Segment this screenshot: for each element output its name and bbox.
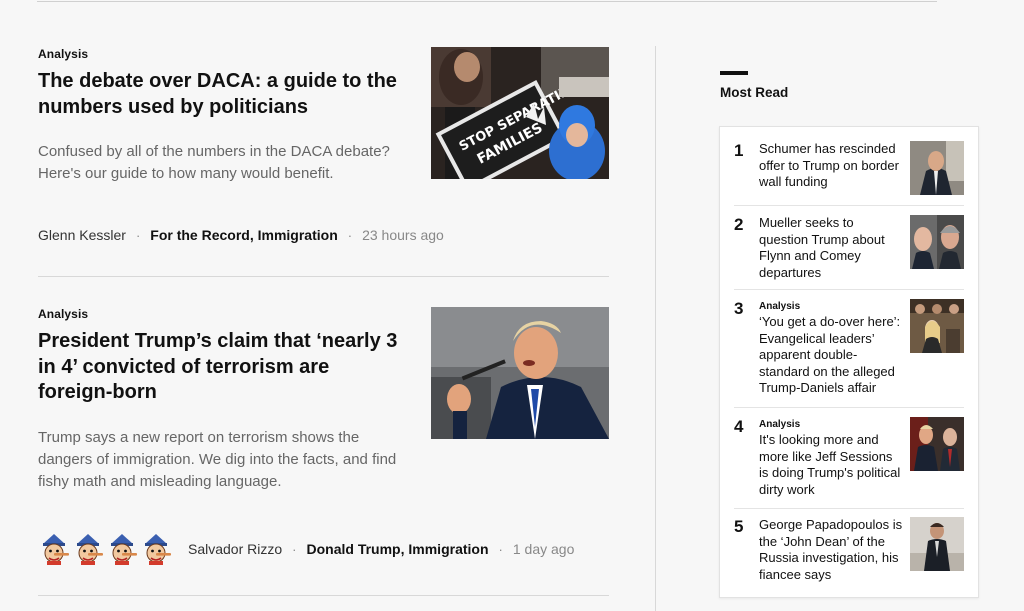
article-thumbnail[interactable]: [431, 307, 609, 439]
most-read-headline: Mueller seeks to question Trump about Fl…: [759, 215, 885, 280]
byline-separator: ·: [292, 541, 297, 557]
article-blurb: Trump says a new report on terrorism sho…: [38, 429, 397, 490]
page: Analysis The debate over DACA: a guide t…: [0, 0, 1024, 611]
article-divider: [38, 276, 609, 277]
most-read-text: Analysis It's looking more and more like…: [759, 419, 903, 498]
most-read-item[interactable]: 3 Analysis ‘You get a do-over here’: Eva…: [734, 299, 964, 399]
most-read-divider: [734, 205, 964, 206]
section-link[interactable]: For the Record, Immigration: [150, 227, 337, 243]
pinocchio-rating: [38, 532, 172, 566]
article-headline[interactable]: President Trump’s claim that ‘nearly 3 i…: [38, 329, 408, 406]
article-byline: Salvador Rizzo · Donald Trump, Immigrati…: [38, 532, 574, 566]
article-thumbnail[interactable]: STOP SEPARATING FAMILIES: [431, 47, 609, 179]
top-divider: [37, 1, 937, 2]
most-read-thumbnail: [910, 299, 964, 353]
most-read-thumbnail: [910, 417, 964, 471]
most-read-accent: [720, 71, 748, 75]
most-read-headline: Schumer has rescinded offer to Trump on …: [759, 141, 899, 189]
most-read-item[interactable]: 5 George Papadopoulos is the ‘John Dean’…: [734, 517, 964, 589]
most-read-headline: ‘You get a do-over here’: Evangelical le…: [759, 314, 901, 395]
byline-separator: ·: [498, 541, 503, 557]
speaker-photo: [431, 307, 609, 439]
article-card: Analysis The debate over DACA: a guide t…: [38, 46, 609, 243]
most-read-item[interactable]: 1 Schumer has rescinded offer to Trump o…: [734, 141, 964, 211]
article-headline[interactable]: The debate over DACA: a guide to the num…: [38, 69, 408, 120]
pinocchio-icon: [43, 534, 69, 565]
most-read-divider: [734, 508, 964, 509]
section-link[interactable]: Donald Trump, Immigration: [307, 541, 489, 557]
most-read-rank: 1: [734, 141, 744, 160]
most-read-text: Analysis ‘You get a do-over here’: Evang…: [759, 301, 903, 397]
author-link[interactable]: Glenn Kessler: [38, 227, 126, 243]
timestamp: 23 hours ago: [362, 227, 444, 243]
most-read-rank: 4: [734, 417, 744, 436]
article-divider: [38, 595, 609, 596]
most-read-divider: [734, 289, 964, 290]
most-read-kicker: Analysis: [759, 419, 801, 430]
most-read-thumbnail: [910, 215, 964, 269]
most-read-thumbnail: [910, 141, 964, 195]
protest-photo: STOP SEPARATING FAMILIES: [431, 47, 609, 179]
column-divider: [655, 46, 656, 611]
most-read-list: 1 Schumer has rescinded offer to Trump o…: [719, 126, 979, 598]
pinocchio-icon: [145, 534, 171, 565]
byline-separator: ·: [347, 227, 353, 243]
pinocchio-icon: [77, 534, 103, 565]
pinocchio-icon: [111, 534, 137, 565]
most-read-item[interactable]: 2 Mueller seeks to question Trump about …: [734, 215, 964, 287]
most-read-divider: [734, 407, 964, 408]
most-read-kicker: Analysis: [759, 301, 801, 312]
most-read-headline: George Papadopoulos is the ‘John Dean’ o…: [759, 517, 903, 582]
most-read-item[interactable]: 4 Analysis It's looking more and more li…: [734, 417, 964, 501]
most-read-rank: 3: [734, 299, 744, 318]
author-link[interactable]: Salvador Rizzo: [188, 541, 282, 557]
article-byline: Glenn Kessler · For the Record, Immigrat…: [38, 227, 444, 243]
article-blurb: Confused by all of the numbers in the DA…: [38, 143, 390, 182]
most-read-rank: 2: [734, 215, 744, 234]
most-read-thumbnail: [910, 517, 964, 571]
most-read-rank: 5: [734, 517, 744, 536]
article-card: Analysis President Trump’s claim that ‘n…: [38, 306, 609, 565]
timestamp: 1 day ago: [512, 541, 575, 557]
most-read-headline: It's looking more and more like Jeff Ses…: [759, 432, 901, 497]
most-read-title: Most Read: [720, 85, 789, 100]
byline-separator: ·: [135, 227, 141, 243]
